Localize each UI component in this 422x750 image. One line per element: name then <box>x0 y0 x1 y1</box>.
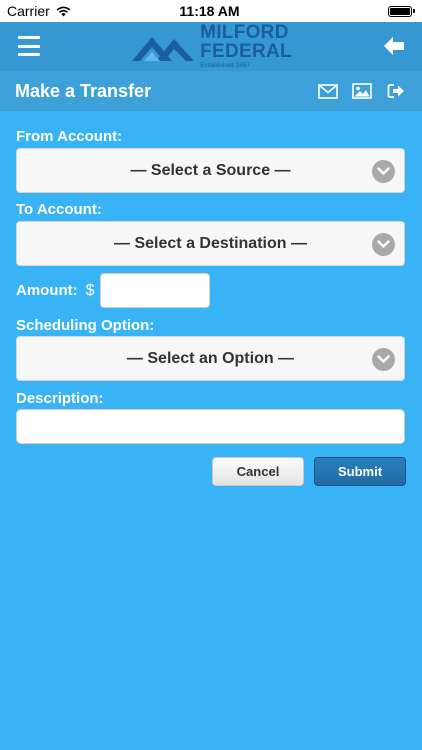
from-account-select[interactable]: — Select a Source — <box>16 148 405 193</box>
from-account-label: From Account: <box>16 128 123 145</box>
cancel-button[interactable]: Cancel <box>212 457 304 486</box>
chevron-down-icon <box>372 348 395 371</box>
envelope-icon[interactable] <box>317 82 339 100</box>
carrier-label: Carrier <box>7 3 50 19</box>
logo-mark-icon <box>132 36 195 61</box>
battery-icon <box>388 5 415 17</box>
status-bar: Carrier 11:18 AM <box>0 0 422 22</box>
to-account-select[interactable]: — Select a Destination — <box>16 221 405 266</box>
image-icon[interactable] <box>351 82 373 100</box>
to-account-label: To Account: <box>16 201 102 218</box>
currency-symbol: $ <box>85 281 95 299</box>
logo-text: MILFORD FEDERAL Established 1887 <box>200 23 292 70</box>
status-right <box>292 5 415 17</box>
submit-button[interactable]: Submit <box>314 457 406 486</box>
title-bar: Make a Transfer <box>0 71 422 111</box>
from-account-value: — Select a Source — <box>130 161 291 179</box>
page-title: Make a Transfer <box>15 80 152 101</box>
status-time: 11:18 AM <box>179 3 240 19</box>
logout-icon[interactable] <box>385 82 407 100</box>
scheduling-option-label: Scheduling Option: <box>16 317 155 334</box>
to-account-value: — Select a Destination — <box>114 234 307 252</box>
hamburger-menu-icon[interactable] <box>18 36 40 56</box>
app-header: MILFORD FEDERAL Established 1887 <box>0 22 422 71</box>
status-left: Carrier <box>7 3 127 19</box>
description-input[interactable] <box>16 409 405 444</box>
title-icons <box>317 82 407 100</box>
chevron-down-icon <box>372 233 395 256</box>
amount-input[interactable] <box>99 273 210 308</box>
description-label: Description: <box>16 390 104 407</box>
scheduling-option-select[interactable]: — Select an Option — <box>16 336 405 381</box>
chevron-down-icon <box>372 160 395 183</box>
back-arrow-icon[interactable] <box>382 34 406 58</box>
logo-line2: FEDERAL <box>200 41 292 63</box>
logo-line1: MILFORD <box>200 22 289 44</box>
scheduling-option-value: — Select an Option — <box>126 349 295 367</box>
wifi-icon <box>56 6 71 16</box>
amount-row: Amount: $ <box>16 273 210 308</box>
amount-label: Amount: <box>16 282 78 299</box>
milford-federal-logo: MILFORD FEDERAL Established 1887 <box>130 23 292 70</box>
logo-tagline: Established 1887 <box>200 62 250 70</box>
